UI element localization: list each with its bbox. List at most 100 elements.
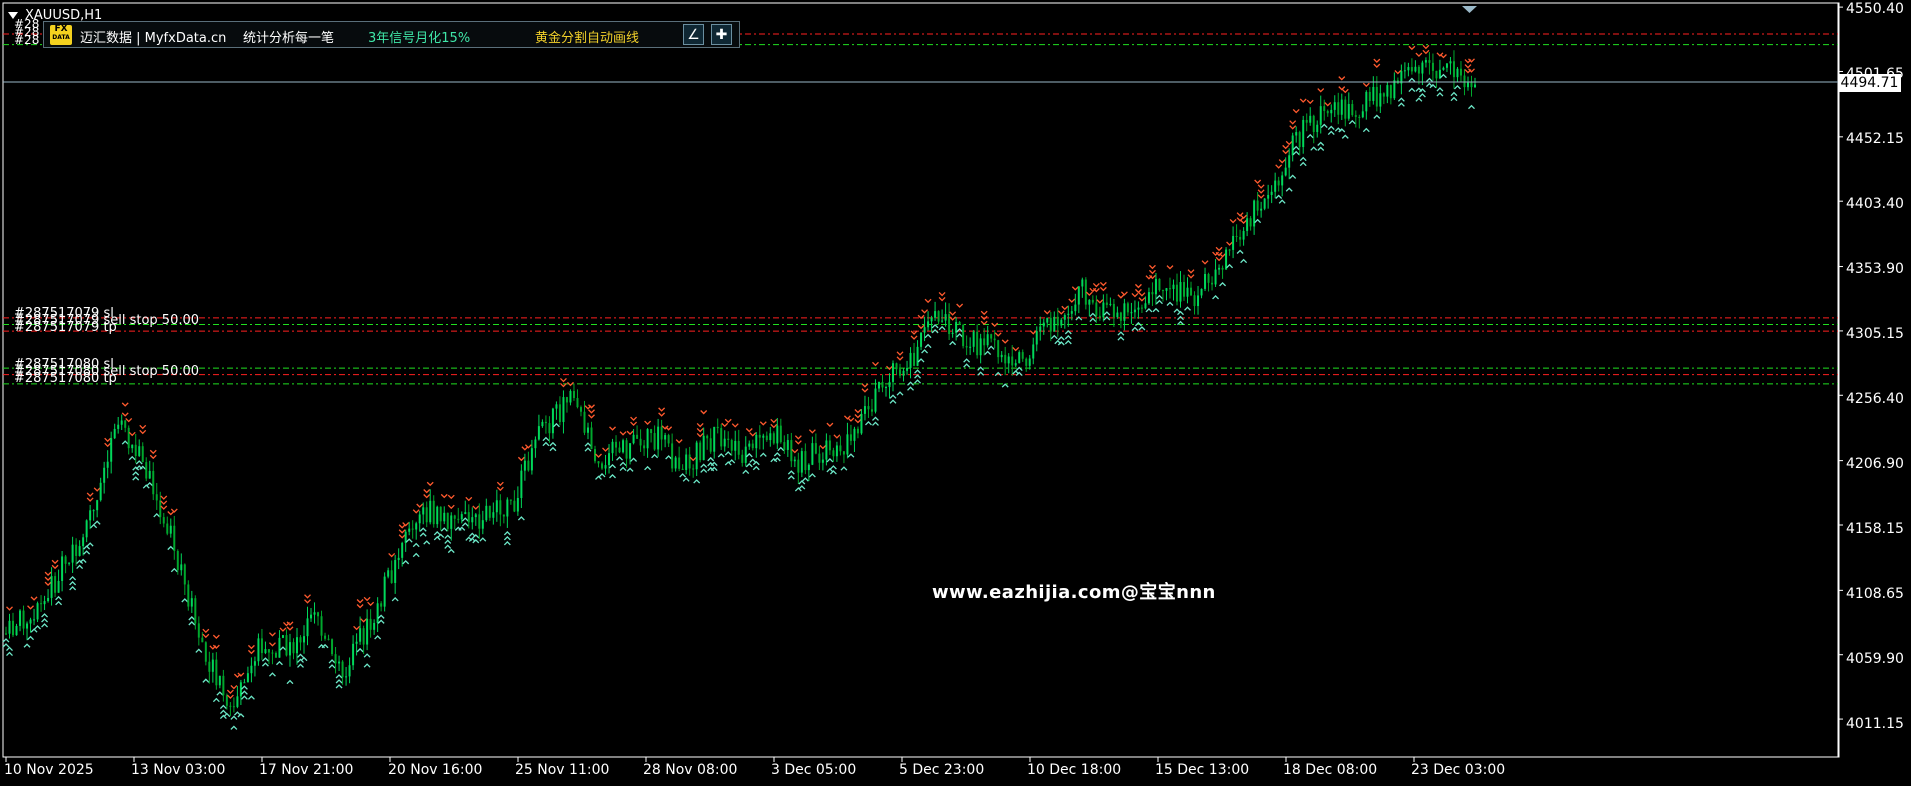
candle-body: [1158, 278, 1161, 291]
candle-body: [292, 642, 295, 654]
crosshair-button[interactable]: ✚: [711, 24, 732, 45]
candle-body: [295, 637, 298, 654]
candle-body: [664, 435, 667, 440]
candle-body: [411, 528, 414, 530]
candle-body: [937, 311, 940, 322]
candle-body: [281, 635, 284, 638]
candle-body: [1144, 303, 1147, 309]
candle-body: [485, 505, 488, 521]
candle-body: [278, 637, 281, 658]
candle-body: [106, 461, 109, 468]
candle: [187, 580, 190, 611]
candle-body: [1263, 198, 1266, 209]
time-label: 20 Nov 16:00: [388, 762, 483, 778]
candle-body: [643, 445, 646, 449]
candle-body: [499, 500, 502, 515]
candle-body: [709, 438, 712, 452]
candle-body: [1284, 167, 1287, 176]
candle-body: [1256, 200, 1259, 211]
candle-body: [636, 434, 639, 439]
candle-body: [310, 614, 313, 619]
candle-body: [99, 482, 102, 501]
candle-body: [1291, 135, 1294, 156]
candle-body: [1379, 93, 1382, 107]
candle-body: [755, 434, 758, 449]
candle-body: [825, 440, 828, 460]
candle-body: [586, 427, 589, 433]
candle-body: [762, 435, 765, 438]
candle-body: [1151, 292, 1154, 295]
price-label: 4305.15: [1846, 326, 1904, 342]
candle-body: [85, 520, 88, 538]
price-chart-svg[interactable]: [0, 0, 1911, 786]
candle-body: [692, 468, 695, 470]
candle-body: [1267, 194, 1270, 199]
candle-body: [383, 576, 386, 607]
candle-body: [906, 367, 909, 371]
candle-body: [1372, 86, 1375, 101]
candle-body: [765, 435, 768, 441]
candle-body: [1459, 68, 1462, 76]
candle-body: [1095, 302, 1098, 316]
candle-body: [432, 500, 435, 525]
stats-label: 统计分析每一笔: [243, 31, 335, 46]
candle-body: [225, 695, 228, 706]
candle-body: [313, 612, 316, 615]
candle-body: [15, 625, 18, 636]
current-price-tag: 4494.71: [1838, 74, 1901, 92]
candle-body: [565, 397, 568, 403]
pen-tool-button[interactable]: ∠: [683, 24, 704, 45]
candle-body: [650, 429, 653, 434]
candle-body: [797, 459, 800, 473]
candle-body: [1116, 312, 1119, 318]
candle-body: [1147, 292, 1150, 304]
candle-body: [1228, 249, 1231, 251]
candle-body: [660, 426, 663, 440]
candle-body: [89, 510, 92, 521]
candle-body: [828, 440, 831, 451]
candle-body: [148, 470, 151, 479]
candle-body: [748, 443, 751, 447]
candle-body: [373, 622, 376, 630]
candle-body: [520, 470, 523, 498]
candle-body: [1246, 218, 1249, 231]
candle-body: [1463, 75, 1466, 88]
candle-body: [1193, 295, 1196, 307]
candle-body: [222, 675, 225, 696]
candle-body: [909, 352, 912, 368]
candle-body: [572, 391, 575, 399]
candle-body: [418, 514, 421, 524]
candle-body: [899, 369, 902, 376]
candle-body: [299, 637, 302, 643]
candle-body: [597, 461, 600, 464]
candle-body: [1410, 67, 1413, 72]
candle-body: [944, 314, 947, 321]
candle-body: [632, 434, 635, 444]
time-label: 17 Nov 21:00: [259, 762, 354, 778]
candle-body: [1225, 249, 1228, 270]
candle-body: [1046, 317, 1049, 323]
candle-body: [1039, 326, 1042, 332]
candle-body: [1333, 102, 1336, 110]
signal-label[interactable]: 3年信号月化15%: [368, 27, 470, 46]
gold-auto-line-label[interactable]: 黄金分割自动画线: [535, 27, 639, 46]
candle-body: [169, 525, 172, 534]
candle-body: [1295, 132, 1298, 136]
candle-body: [874, 388, 877, 412]
candle-body: [1302, 119, 1305, 148]
candle-body: [1344, 99, 1347, 119]
candle-body: [495, 500, 498, 513]
candle-body: [702, 435, 705, 461]
trading-chart[interactable]: XAUUSD,H1 #28 #28 #28 FX DATA 迈汇数据 | Myf…: [0, 0, 1911, 786]
candle-body: [380, 603, 383, 607]
candle-body: [927, 321, 930, 328]
candle-body: [1312, 115, 1315, 133]
candle-body: [394, 560, 397, 583]
candle-body: [1260, 208, 1263, 211]
candle-body: [366, 618, 369, 645]
candle-body: [1442, 67, 1445, 70]
candle-body: [1183, 282, 1186, 297]
candle-body: [1347, 104, 1350, 119]
candle-body: [741, 454, 744, 463]
candle-body: [548, 423, 551, 434]
